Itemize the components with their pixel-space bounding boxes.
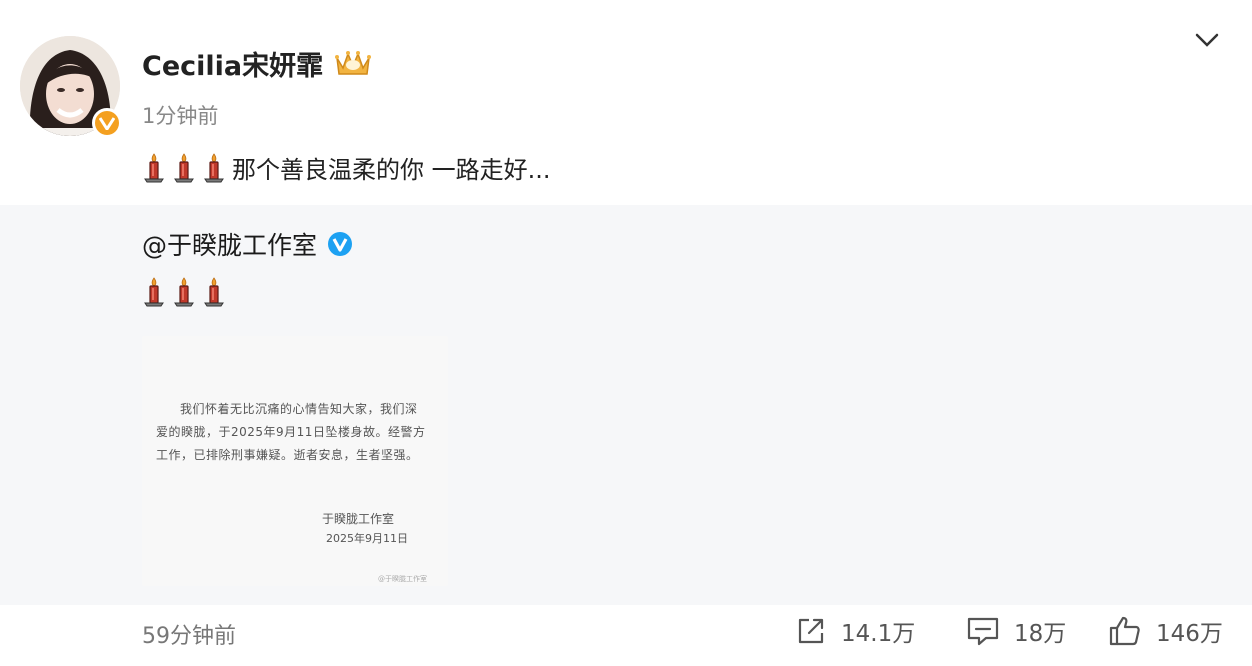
candle-icon — [174, 277, 194, 307]
footer-time: 59分钟前 — [142, 624, 236, 649]
username[interactable]: Cecilia宋妍霏 — [142, 44, 323, 83]
post-text: 那个善良温柔的你 一路走好... — [232, 156, 551, 184]
like-icon — [1109, 616, 1140, 646]
repost-candles — [142, 276, 232, 308]
like-button[interactable]: 146万 — [1108, 614, 1223, 648]
candle-icon — [144, 152, 164, 182]
comment-count: 18万 — [1014, 621, 1067, 647]
gold-verified-icon — [92, 108, 122, 138]
weibo-post: Cecilia宋妍霏 1分钟前 那个善良温柔的你 一路走好... @于睽胧工作室… — [0, 0, 1252, 666]
notice-body: 我们怀着无比沉痛的心情告知大家，我们深爱的睽胧，于2025年9月11日坠楼身故。… — [156, 402, 426, 462]
post-header: Cecilia宋妍霏 1分钟前 那个善良温柔的你 一路走好... — [0, 0, 1252, 205]
post-content: 那个善良温柔的你 一路走好... — [142, 150, 551, 185]
repost-button[interactable]: 14.1万 — [795, 614, 915, 648]
candle-icon — [204, 152, 224, 182]
notice-signature: 于睽胧工作室 — [322, 512, 395, 526]
candle-group — [142, 152, 232, 184]
crown-icon — [335, 51, 371, 75]
notice-date: 2025年9月11日 — [326, 532, 408, 545]
repost-icon — [798, 618, 824, 644]
comment-icon — [967, 617, 999, 646]
candle-icon — [174, 152, 194, 182]
comment-button[interactable]: 18万 — [966, 614, 1066, 648]
post-time: 1分钟前 — [142, 104, 219, 128]
repost-author-name[interactable]: @于睽胧工作室 — [142, 226, 317, 262]
notice-watermark: @于睽胧工作室 — [378, 575, 427, 583]
blue-verified-icon — [328, 232, 353, 256]
candle-icon — [144, 277, 164, 307]
chevron-down-icon[interactable] — [1194, 30, 1220, 50]
repost-author[interactable]: @于睽胧工作室 — [142, 226, 353, 262]
candle-icon — [204, 277, 224, 307]
like-count: 146万 — [1156, 621, 1223, 647]
repost-count: 14.1万 — [841, 621, 916, 647]
notice-image[interactable]: 我们怀着无比沉痛的心情告知大家，我们深爱的睽胧，于2025年9月11日坠楼身故。… — [142, 336, 448, 586]
